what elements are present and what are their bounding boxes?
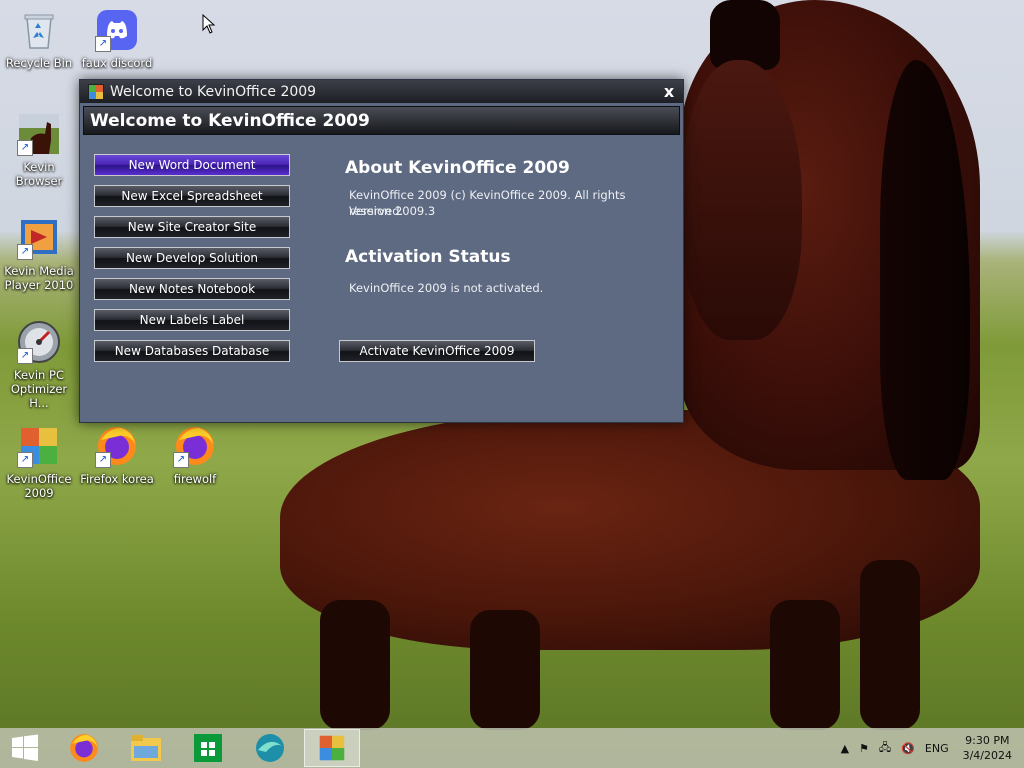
kevinoffice-icon: ↗ <box>17 424 61 468</box>
taskbar-firefox[interactable] <box>56 729 112 767</box>
show-hidden-icons-icon[interactable]: ▲ <box>841 742 849 755</box>
about-version: Version 2009.3 <box>349 204 436 218</box>
shortcut-arrow-icon: ↗ <box>173 452 189 468</box>
taskbar-kevinoffice[interactable] <box>304 729 360 767</box>
recycle-bin-icon <box>17 8 61 52</box>
shortcut-arrow-icon: ↗ <box>17 140 33 156</box>
shortcut-arrow-icon: ↗ <box>17 244 33 260</box>
new-notes-notebook-button[interactable]: New Notes Notebook <box>94 278 290 300</box>
wallpaper-horse-leg <box>860 560 920 730</box>
clock-date: 3/4/2024 <box>962 749 1012 762</box>
desktop-icon-faux-discord[interactable]: ↗ faux discord <box>78 8 156 70</box>
desktop-icon-label: Recycle Bin <box>5 56 73 70</box>
clock[interactable]: 9:30 PM 3/4/2024 <box>963 733 1012 763</box>
desktop-icon-kevin-media-player[interactable]: ↗ Kevin Media Player 2010 <box>0 216 78 292</box>
firefox-icon: ↗ <box>173 424 217 468</box>
discord-icon: ↗ <box>95 8 139 52</box>
firefox-icon <box>70 734 98 762</box>
window-header: Welcome to KevinOffice 2009 <box>83 106 680 135</box>
activate-button[interactable]: Activate KevinOffice 2009 <box>339 340 535 362</box>
globe-swirl-icon <box>256 734 284 762</box>
wallpaper-horse-neck <box>680 0 980 470</box>
activation-title: Activation Status <box>345 247 511 267</box>
desktop-icon-label: Kevin Browser <box>15 160 63 188</box>
new-excel-spreadsheet-button[interactable]: New Excel Spreadsheet <box>94 185 290 207</box>
header-title: Welcome to KevinOffice 2009 <box>90 110 370 131</box>
new-develop-solution-button[interactable]: New Develop Solution <box>94 247 290 269</box>
desktop-icon-label: KevinOffice 2009 <box>6 472 72 500</box>
windows-logo-icon <box>12 734 38 761</box>
about-title: About KevinOffice 2009 <box>345 158 570 178</box>
kevinoffice-icon <box>319 735 345 761</box>
flag-icon[interactable]: ⚑ <box>859 742 869 755</box>
taskbar: ▲ ⚑ 🖧 🔇 ENG 9:30 PM 3/4/2024 <box>0 728 1024 768</box>
desktop-icon-label: Kevin Media Player 2010 <box>4 264 74 292</box>
wallpaper-horse-leg <box>320 600 390 730</box>
desktop-icon-label: faux discord <box>81 56 153 70</box>
wallpaper-horse-mane <box>880 60 970 480</box>
wallpaper-horse-body <box>280 410 980 650</box>
taskbar-store[interactable] <box>180 729 236 767</box>
system-tray: ▲ ⚑ 🖧 🔇 ENG 9:30 PM 3/4/2024 <box>831 728 1012 768</box>
kevinoffice-icon <box>88 83 104 100</box>
media-player-icon: ↗ <box>17 216 61 260</box>
new-site-creator-site-button[interactable]: New Site Creator Site <box>94 216 290 238</box>
taskbar-browser[interactable] <box>242 729 298 767</box>
new-word-document-button[interactable]: New Word Document <box>94 154 290 176</box>
horse-browser-icon: ↗ <box>17 112 61 156</box>
wallpaper-horse-head <box>682 60 802 340</box>
wallpaper-horse-leg <box>770 600 840 730</box>
mouse-cursor-icon <box>202 14 216 34</box>
new-databases-database-button[interactable]: New Databases Database <box>94 340 290 362</box>
language-indicator[interactable]: ENG <box>925 742 949 755</box>
start-button[interactable] <box>0 729 50 767</box>
activation-status: KevinOffice 2009 is not activated. <box>349 281 544 295</box>
speedometer-icon: ↗ <box>17 320 61 364</box>
firefox-icon: ↗ <box>95 424 139 468</box>
desktop-icon-label: firewolf <box>173 472 217 486</box>
folder-icon <box>131 735 161 761</box>
window-title: Welcome to KevinOffice 2009 <box>110 83 317 100</box>
close-button[interactable]: x <box>655 82 683 101</box>
desktop-icon-kevinoffice[interactable]: ↗ KevinOffice 2009 <box>0 424 78 500</box>
network-icon[interactable]: 🖧 <box>879 739 891 758</box>
wallpaper-horse-ear <box>710 0 780 70</box>
desktop-icon-kevin-pc-optimizer[interactable]: ↗ Kevin PC Optimizer H... <box>0 320 78 410</box>
new-labels-label-button[interactable]: New Labels Label <box>94 309 290 331</box>
desktop-icon-kevin-browser[interactable]: ↗ Kevin Browser <box>0 112 78 188</box>
desktop-icon-firefox-korea[interactable]: ↗ Firefox korea <box>78 424 156 486</box>
clock-time: 9:30 PM <box>965 734 1010 747</box>
window-titlebar[interactable]: Welcome to KevinOffice 2009 x <box>80 80 683 103</box>
desktop-icon-label: Firefox korea <box>80 472 154 486</box>
desktop-icon-recycle-bin[interactable]: Recycle Bin <box>0 8 78 70</box>
volume-muted-icon[interactable]: 🔇 <box>901 742 915 755</box>
shortcut-arrow-icon: ↗ <box>95 36 111 52</box>
desktop-icon-label: Kevin PC Optimizer H... <box>10 368 68 410</box>
store-icon <box>194 734 222 762</box>
desktop-icon-firewolf[interactable]: ↗ firewolf <box>156 424 234 486</box>
shortcut-arrow-icon: ↗ <box>95 452 111 468</box>
wallpaper-horse-leg <box>470 610 540 730</box>
taskbar-file-explorer[interactable] <box>118 729 174 767</box>
welcome-window: Welcome to KevinOffice 2009 x Welcome to… <box>79 79 684 423</box>
shortcut-arrow-icon: ↗ <box>17 348 33 364</box>
shortcut-arrow-icon: ↗ <box>17 452 33 468</box>
